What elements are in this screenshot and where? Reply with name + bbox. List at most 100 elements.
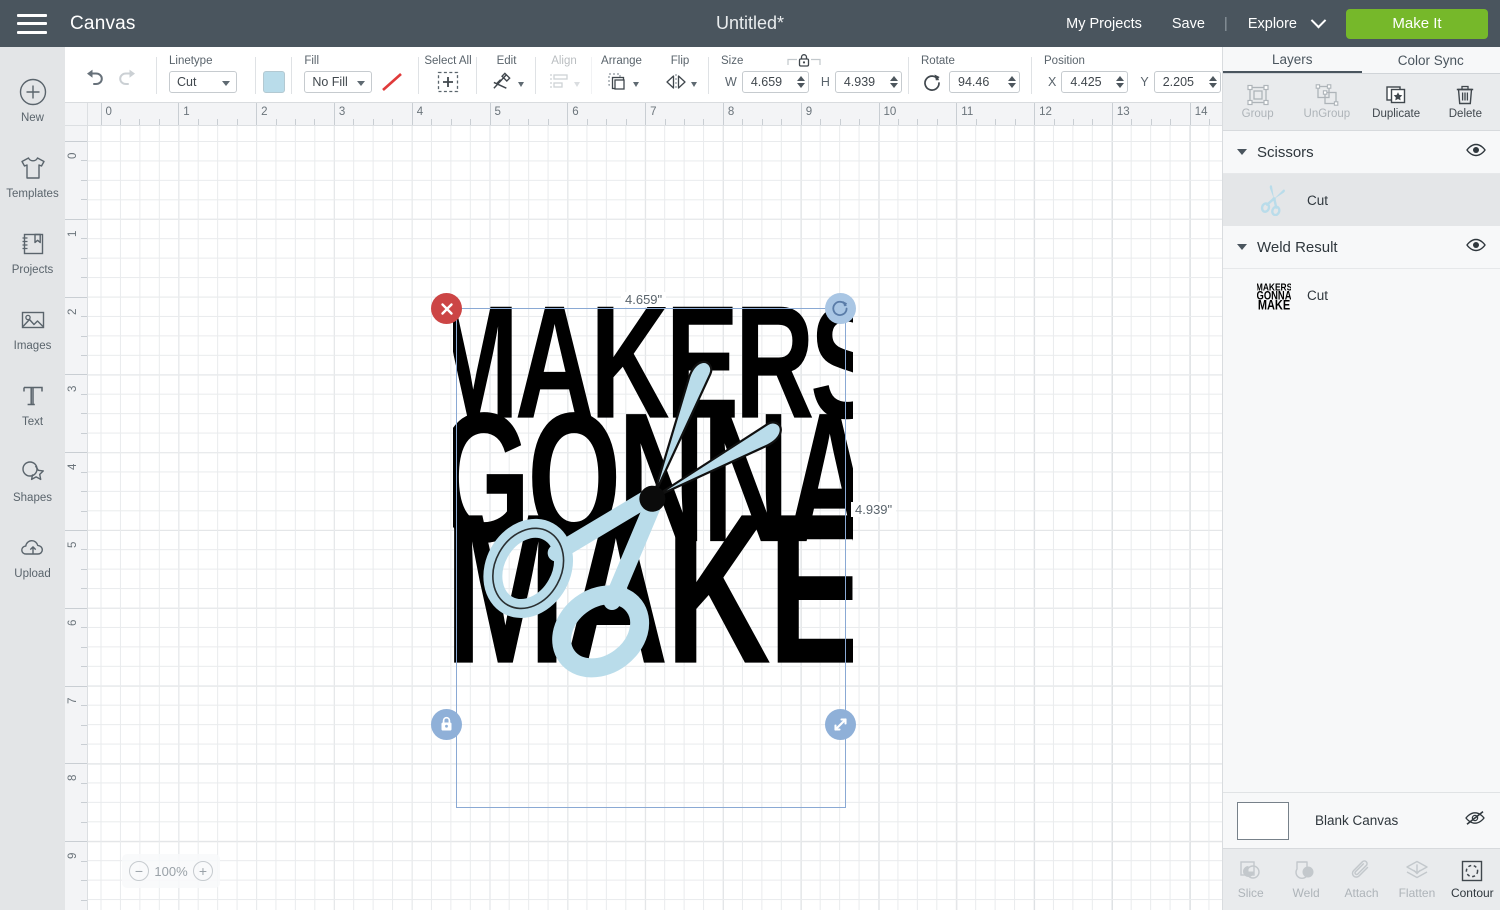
ruler-minor-tick — [81, 743, 87, 745]
hamburger-menu-icon[interactable] — [17, 13, 47, 34]
height-label: H — [820, 74, 830, 89]
ruler-minor-tick — [197, 119, 199, 125]
slice-button[interactable]: Slice — [1223, 859, 1278, 900]
blank-canvas-visibility-toggle[interactable] — [1464, 810, 1486, 831]
edit-button[interactable] — [489, 65, 515, 99]
layer-row-scissors-cut[interactable]: Cut — [1223, 174, 1500, 226]
linetype-color-swatch[interactable] — [262, 70, 285, 93]
ruler-minor-tick — [275, 119, 277, 125]
x-input[interactable] — [1070, 74, 1115, 89]
redo-button[interactable] — [111, 61, 145, 95]
lock-handle[interactable] — [431, 709, 462, 740]
width-input[interactable] — [750, 74, 795, 89]
resize-handle[interactable] — [825, 709, 856, 740]
ruler-minor-tick — [81, 568, 87, 570]
rail-item-text[interactable]: Text — [0, 366, 65, 442]
width-stepper[interactable] — [796, 75, 805, 88]
height-dimension-tag: 4.939" — [851, 502, 897, 517]
arrange-button[interactable] — [604, 65, 630, 99]
flip-icon — [665, 73, 686, 90]
make-it-button[interactable]: Make It — [1346, 8, 1488, 39]
rail-item-shapes[interactable]: Shapes — [0, 442, 65, 518]
rail-item-templates[interactable]: Templates — [0, 138, 65, 214]
tab-layers[interactable]: Layers — [1223, 47, 1362, 73]
ruler-minor-tick — [625, 119, 627, 125]
explore-selector[interactable]: Explore — [1232, 16, 1303, 32]
rail-label-text: Text — [21, 415, 44, 428]
ruler-number: 3 — [67, 385, 79, 393]
toolbar-separator: | — [1223, 15, 1228, 32]
contour-button[interactable]: Contour — [1445, 859, 1500, 900]
rotate-input[interactable] — [958, 74, 1006, 89]
my-projects-button[interactable]: My Projects — [1051, 16, 1157, 32]
size-label: Size — [721, 55, 744, 67]
tab-color-sync[interactable]: Color Sync — [1362, 47, 1500, 73]
layer-group-scissors[interactable]: Scissors — [1223, 131, 1500, 174]
ungroup-button[interactable]: UnGroup — [1292, 74, 1361, 130]
select-all-button[interactable] — [431, 65, 465, 99]
arrange-dropdown-caret-icon[interactable] — [633, 82, 639, 87]
rail-label-new: New — [20, 111, 44, 124]
rotate-stepper[interactable] — [1008, 75, 1016, 88]
edit-dropdown-caret-icon[interactable] — [518, 82, 524, 87]
no-fill-slash-icon[interactable] — [380, 71, 404, 93]
group-button[interactable]: Group — [1223, 74, 1292, 130]
linetype-select[interactable]: Cut — [169, 70, 237, 93]
rail-item-upload[interactable]: Upload — [0, 518, 65, 594]
ruler-minor-tick — [81, 724, 87, 726]
x-field[interactable] — [1061, 70, 1129, 93]
weld-button[interactable]: Weld — [1278, 859, 1333, 900]
rotate-field[interactable] — [949, 70, 1020, 93]
zoom-control[interactable]: − 100% + — [122, 854, 220, 888]
delete-button[interactable]: Delete — [1431, 74, 1500, 130]
rail-item-new[interactable]: New — [0, 62, 65, 138]
ruler-minor-tick — [1131, 119, 1133, 125]
flip-dropdown-caret-icon[interactable] — [691, 82, 697, 87]
height-stepper[interactable] — [889, 75, 898, 88]
height-input[interactable] — [843, 74, 888, 89]
ruler-number: 3 — [338, 106, 346, 118]
y-stepper[interactable] — [1208, 75, 1217, 88]
rail-item-projects[interactable]: Projects — [0, 214, 65, 290]
blank-canvas-row[interactable]: Blank Canvas — [1223, 792, 1500, 848]
collapse-triangle-icon[interactable] — [1237, 244, 1247, 250]
rotate-icon[interactable] — [921, 71, 943, 93]
rotate-handle[interactable] — [825, 293, 856, 324]
duplicate-button[interactable]: Duplicate — [1362, 74, 1431, 130]
height-field[interactable] — [834, 70, 902, 93]
ruler-minor-tick — [1014, 119, 1016, 125]
collapse-triangle-icon[interactable] — [1237, 149, 1247, 155]
layer-row-weld-cut[interactable]: MAKERS GONNA MAKE Cut — [1223, 269, 1500, 321]
position-group: Position X Y — [1032, 47, 1222, 102]
flatten-button[interactable]: Flatten — [1389, 859, 1444, 900]
ruler-major-tick — [722, 103, 724, 125]
delete-handle[interactable] — [431, 293, 462, 324]
tshirt-icon — [20, 156, 45, 179]
ruler-minor-tick — [236, 119, 238, 125]
x-stepper[interactable] — [1116, 75, 1125, 88]
ruler-minor-tick — [81, 413, 87, 415]
align-button[interactable] — [548, 65, 571, 99]
zoom-out-button[interactable]: − — [129, 861, 149, 881]
visibility-toggle-weld-result[interactable] — [1466, 238, 1486, 257]
save-button[interactable]: Save — [1157, 16, 1220, 32]
undo-button[interactable] — [77, 61, 111, 95]
design-artwork[interactable]: MAKERS GONNA MAKE — [453, 303, 853, 703]
align-dropdown-caret-icon[interactable] — [574, 82, 580, 87]
layer-group-weld-result[interactable]: Weld Result — [1223, 226, 1500, 269]
zoom-in-button[interactable]: + — [193, 861, 213, 881]
attach-button[interactable]: Attach — [1334, 859, 1389, 900]
chevron-down-icon[interactable] — [1310, 12, 1327, 29]
canvas-area[interactable]: 01234567891011121314 0123456789 MAKERS G… — [65, 103, 1222, 910]
fill-select[interactable]: No Fill — [304, 70, 373, 93]
flip-button[interactable] — [663, 65, 688, 99]
fill-label: Fill — [304, 55, 320, 67]
ruler-major-tick — [65, 296, 87, 298]
y-field[interactable] — [1153, 70, 1221, 93]
edit-scissors-icon — [492, 72, 511, 89]
rail-item-images[interactable]: Images — [0, 290, 65, 366]
visibility-toggle-scissors[interactable] — [1466, 143, 1486, 162]
size-lock-button[interactable] — [786, 51, 822, 76]
y-input[interactable] — [1162, 74, 1207, 89]
canvas-grid[interactable]: MAKERS GONNA MAKE 4.659" — [88, 126, 1222, 910]
